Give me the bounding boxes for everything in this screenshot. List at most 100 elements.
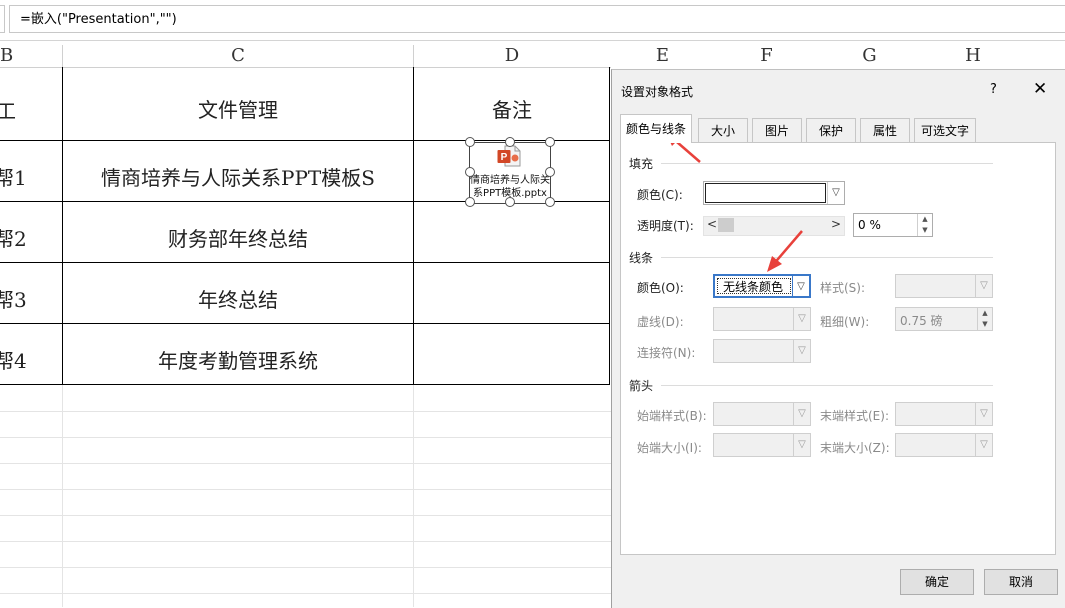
grid-line <box>413 385 414 607</box>
chevron-down-icon[interactable]: ▽ <box>975 275 992 297</box>
tab-picture[interactable]: 图片 <box>752 118 802 142</box>
formula-bar: =嵌入("Presentation","") <box>0 0 1065 41</box>
cell-d-header[interactable]: 备注 <box>414 94 610 123</box>
cell-c-row2[interactable]: 财务部年终总结 <box>63 223 413 252</box>
format-object-dialog: 设置对象格式 ? ✕ 颜色与线条 大小 图片 保护 属性 可选文字 填充 颜色(… <box>611 69 1065 608</box>
end-size-select[interactable]: ▽ <box>895 433 993 457</box>
style-label: 样式(S): <box>820 281 866 295</box>
fill-color-swatch <box>705 183 826 203</box>
cell-b-row1[interactable]: 帮1 <box>0 162 34 191</box>
chevron-down-icon[interactable]: ▽ <box>792 276 809 296</box>
resize-handle[interactable] <box>505 137 515 147</box>
tab-alt-text[interactable]: 可选文字 <box>914 118 976 142</box>
end-size-label: 末端大小(Z): <box>820 441 890 455</box>
column-header-f[interactable]: F <box>715 45 818 67</box>
chevron-down-icon[interactable]: ▽ <box>793 340 810 362</box>
begin-style-label: 始端样式(B): <box>637 409 707 423</box>
spinner-buttons[interactable]: ▲ ▼ <box>977 308 992 330</box>
transparency-label: 透明度(T): <box>637 219 694 233</box>
formula-input[interactable]: =嵌入("Presentation","") <box>9 5 1065 33</box>
resize-handle[interactable] <box>545 167 555 177</box>
resize-handle[interactable] <box>545 137 555 147</box>
chevron-down-icon[interactable]: ▽ <box>793 308 810 330</box>
resize-handle[interactable] <box>465 167 475 177</box>
grid-line <box>0 541 611 542</box>
column-header-e[interactable]: E <box>610 45 715 67</box>
dialog-title: 设置对象格式 <box>621 85 694 99</box>
column-header-c[interactable]: C <box>63 45 413 67</box>
spinner-buttons[interactable]: ▲ ▼ <box>917 214 932 236</box>
tab-size[interactable]: 大小 <box>698 118 748 142</box>
cell-b-row2[interactable]: 帮2 <box>0 223 34 252</box>
grid-line <box>0 463 611 464</box>
cell-c-row3[interactable]: 年终总结 <box>63 284 413 313</box>
weight-spinner[interactable]: 0.75 磅 ▲ ▼ <box>895 307 993 331</box>
weight-label: 粗细(W): <box>820 315 870 329</box>
close-icon[interactable]: ✕ <box>1033 79 1047 99</box>
resize-handle[interactable] <box>545 197 555 207</box>
fill-color-select[interactable]: ▽ <box>703 181 845 205</box>
tab-panel: 填充 颜色(C): ▽ 透明度(T): < > 0 % ▲ ▼ 线条 颜色(O):… <box>620 142 1056 555</box>
column-header-g[interactable]: G <box>818 45 921 67</box>
grid-line <box>0 593 611 594</box>
weight-value[interactable]: 0.75 磅 <box>900 312 943 329</box>
end-style-label: 末端样式(E): <box>820 409 889 423</box>
help-button[interactable]: ? <box>990 82 997 97</box>
resize-handle[interactable] <box>465 197 475 207</box>
powerpoint-icon: P <box>497 145 521 167</box>
line-color-value[interactable]: 无线条颜色 <box>723 278 783 295</box>
cell-c-row1[interactable]: 情商培养与人际关系PPT模板S <box>63 162 413 191</box>
tab-properties[interactable]: 属性 <box>860 118 910 142</box>
begin-size-select[interactable]: ▽ <box>713 433 811 457</box>
column-header-b[interactable]: B <box>0 45 13 67</box>
section-line: 线条 <box>629 251 654 265</box>
end-style-select[interactable]: ▽ <box>895 402 993 426</box>
cell-c-header[interactable]: 文件管理 <box>63 94 413 123</box>
table-border <box>0 140 610 141</box>
table-border <box>0 262 610 263</box>
resize-handle[interactable] <box>465 137 475 147</box>
column-header-h[interactable]: H <box>921 45 1025 67</box>
dash-label: 虚线(D): <box>637 315 684 329</box>
grid-line <box>0 489 611 490</box>
begin-size-label: 始端大小(I): <box>637 441 702 455</box>
section-arrows: 箭头 <box>629 379 654 393</box>
column-header-d[interactable]: D <box>414 45 610 67</box>
cell-b-row4[interactable]: 帮4 <box>0 345 34 374</box>
ok-button[interactable]: 确定 <box>900 569 974 595</box>
chevron-down-icon[interactable]: ▽ <box>793 403 810 425</box>
begin-style-select[interactable]: ▽ <box>713 402 811 426</box>
connector-label: 连接符(N): <box>637 346 696 360</box>
grid-line <box>62 385 63 607</box>
transparency-value[interactable]: 0 % <box>858 218 881 232</box>
chevron-down-icon[interactable]: ▽ <box>975 403 992 425</box>
chevron-down-icon[interactable]: ▽ <box>975 434 992 456</box>
section-rule <box>661 163 993 164</box>
dash-select[interactable]: ▽ <box>713 307 811 331</box>
slider-left-arrow[interactable]: < <box>707 217 717 231</box>
transparency-slider[interactable]: < > <box>703 216 845 236</box>
style-select[interactable]: ▽ <box>895 274 993 298</box>
line-color-label: 颜色(O): <box>637 281 684 295</box>
slider-right-arrow[interactable]: > <box>831 217 841 231</box>
svg-text:P: P <box>501 152 508 163</box>
tab-protection[interactable]: 保护 <box>806 118 856 142</box>
caption-line-1: 情商培养与人际关 <box>470 175 550 186</box>
tab-colors-and-lines[interactable]: 颜色与线条 <box>620 114 692 143</box>
connector-select[interactable]: ▽ <box>713 339 811 363</box>
chevron-down-icon[interactable]: ▽ <box>827 182 844 204</box>
transparency-spinner[interactable]: 0 % ▲ ▼ <box>853 213 933 237</box>
resize-handle[interactable] <box>505 197 515 207</box>
grid-line <box>0 437 611 438</box>
slider-thumb[interactable] <box>718 218 734 232</box>
cancel-button[interactable]: 取消 <box>984 569 1058 595</box>
chevron-down-icon[interactable]: ▽ <box>793 434 810 456</box>
section-fill: 填充 <box>629 157 654 171</box>
cell-b-header[interactable]: 工 <box>0 95 26 124</box>
line-color-select[interactable]: 无线条颜色 ▽ <box>713 274 811 298</box>
grid-line <box>0 567 611 568</box>
table-border <box>0 384 610 385</box>
name-box-edge[interactable] <box>0 5 5 33</box>
cell-c-row4[interactable]: 年度考勤管理系统 <box>63 345 413 374</box>
cell-b-row3[interactable]: 帮3 <box>0 284 34 313</box>
